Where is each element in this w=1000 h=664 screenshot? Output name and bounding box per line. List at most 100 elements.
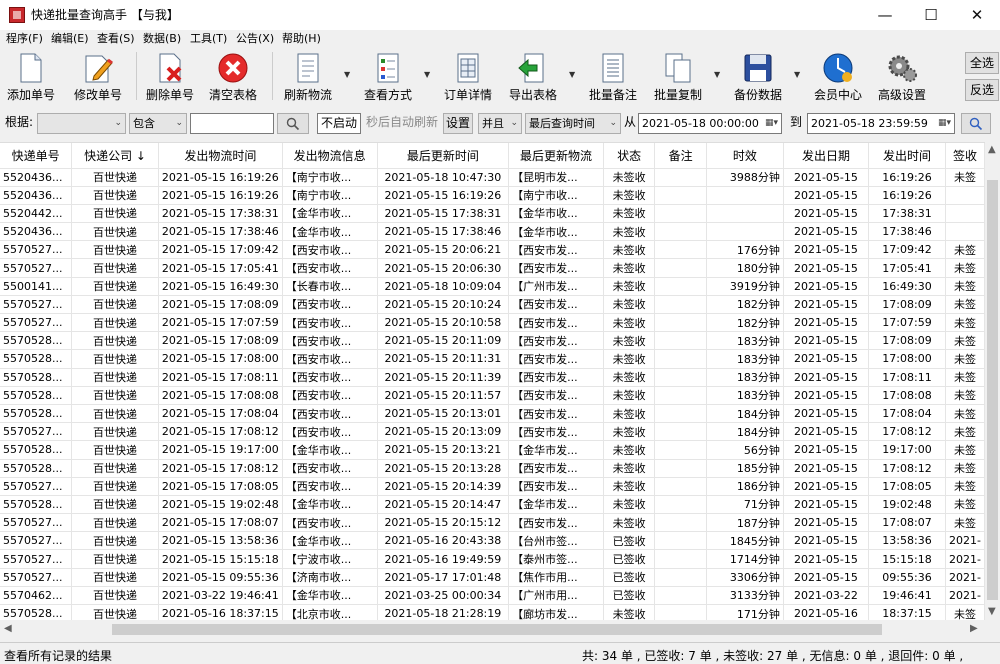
table-row[interactable]: 5570527... 百世快递 2021-05-15 17:07:59 【西安市收..…	[0, 313, 985, 333]
search-icon	[286, 117, 300, 131]
view-mode-dropdown-arrow[interactable]: ▼	[424, 70, 430, 79]
delete-order-button[interactable]: 删除单号	[142, 50, 198, 104]
backup-dropdown-arrow[interactable]: ▼	[794, 70, 800, 79]
column-header[interactable]: 最后更新时间	[377, 143, 510, 169]
table-row[interactable]: 5570528... 百世快递 2021-05-15 17:08:12 【西安市收..…	[0, 459, 985, 478]
last-update-info-cell: 【西安市发...	[508, 368, 604, 387]
send-info-cell: 【济南市收...	[282, 568, 378, 587]
table-row[interactable]: 5520436... 百世快递 2021-05-15 16:19:26 【南宁市收..…	[0, 186, 985, 205]
query-button[interactable]	[961, 113, 991, 134]
column-header[interactable]: 状态	[603, 143, 656, 169]
courier-cell: 百世快递	[71, 549, 159, 569]
table-row[interactable]: 5570527... 百世快递 2021-05-15 17:09:42 【西安市收..…	[0, 240, 985, 260]
table-row[interactable]: 5570528... 百世快递 2021-05-15 17:08:04 【西安市收..…	[0, 404, 985, 424]
table-row[interactable]: 5570527... 百世快递 2021-05-15 15:15:18 【宁波市收..…	[0, 549, 985, 569]
duration-cell: 187分钟	[706, 513, 784, 533]
table-row[interactable]: 5570462... 百世快递 2021-03-22 19:46:41 【金华市收..…	[0, 586, 985, 606]
menu-view[interactable]: 查看(S)	[97, 31, 135, 47]
logic-select[interactable]: 并且 ⌄	[478, 113, 522, 134]
scroll-down-icon[interactable]: ▼	[988, 606, 996, 617]
scroll-left-icon[interactable]: ◀	[4, 623, 12, 634]
export-dropdown-arrow[interactable]: ▼	[569, 70, 575, 79]
column-header[interactable]: 快递公司 ↓	[71, 143, 159, 169]
search-button[interactable]	[277, 113, 309, 134]
view-mode-button[interactable]: 查看方式	[360, 50, 416, 104]
send-time-cell: 2021-05-15 17:08:09	[158, 331, 283, 351]
table-row[interactable]: 5570528... 百世快递 2021-05-15 17:08:00 【西安市收..…	[0, 349, 985, 369]
menu-tools[interactable]: 工具(T)	[190, 31, 227, 47]
table-row[interactable]: 5570528... 百世快递 2021-05-15 19:17:00 【金华市收..…	[0, 440, 985, 460]
table-row[interactable]: 5520436... 百世快递 2021-05-15 16:19:26 【南宁市收..…	[0, 168, 985, 187]
refresh-dropdown-arrow[interactable]: ▼	[344, 70, 350, 79]
table-row[interactable]: 5520436... 百世快递 2021-05-15 17:38:46 【金华市收..…	[0, 222, 985, 242]
column-header[interactable]: 发出物流信息	[282, 143, 378, 169]
table-row[interactable]: 5570527... 百世快递 2021-05-15 17:08:05 【西安市收..…	[0, 477, 985, 496]
column-header[interactable]: 时效	[706, 143, 784, 169]
menu-help[interactable]: 帮助(H)	[282, 31, 321, 47]
menu-notice[interactable]: 公告(X)	[236, 31, 274, 47]
horizontal-scrollbar[interactable]: ◀ ▶	[0, 621, 985, 638]
last-update-time-cell: 2021-05-15 20:14:39	[377, 477, 510, 496]
column-header[interactable]: 最后更新物流	[508, 143, 604, 169]
table-row[interactable]: 5570527... 百世快递 2021-05-15 17:08:07 【西安市收..…	[0, 513, 985, 533]
scroll-up-icon[interactable]: ▲	[988, 144, 996, 155]
member-center-button[interactable]: 会员中心	[810, 50, 866, 104]
to-datetime-picker[interactable]: 2021-05-18 23:59:59 ▦▾	[807, 113, 955, 134]
match-select[interactable]: 包含 ⌄	[129, 113, 187, 134]
batch-note-button[interactable]: 批量备注	[585, 50, 641, 104]
column-header[interactable]: 发出时间	[868, 143, 946, 169]
menu-edit[interactable]: 编辑(E)	[51, 31, 89, 47]
invert-selection-button[interactable]: 反选	[965, 79, 999, 101]
table-row[interactable]: 5570528... 百世快递 2021-05-15 19:02:48 【金华市收..…	[0, 495, 985, 515]
send-clock-cell: 15:15:18	[868, 549, 946, 569]
refresh-logistics-button[interactable]: 刷新物流	[280, 50, 336, 104]
column-header[interactable]: 快递单号	[0, 143, 73, 169]
table-row[interactable]: 5570528... 百世快递 2021-05-16 18:37:15 【北京市收..…	[0, 604, 985, 620]
table-row[interactable]: 5570528... 百世快递 2021-05-15 17:08:11 【西安市收..…	[0, 368, 985, 387]
order-detail-button[interactable]: 订单详情	[440, 50, 496, 104]
column-header[interactable]: 发出物流时间	[158, 143, 283, 169]
batch-copy-dropdown-arrow[interactable]: ▼	[714, 70, 720, 79]
select-all-button[interactable]: 全选	[965, 52, 999, 74]
clear-table-button[interactable]: 清空表格	[205, 50, 261, 104]
batch-copy-button[interactable]: 批量复制	[650, 50, 706, 104]
table-row[interactable]: 5570527... 百世快递 2021-05-15 17:08:09 【西安市收..…	[0, 295, 985, 315]
minimize-button[interactable]: —	[862, 0, 908, 30]
table-row[interactable]: 5570527... 百世快递 2021-05-15 13:58:36 【金华市收..…	[0, 531, 985, 551]
export-table-button[interactable]: 导出表格	[505, 50, 561, 104]
vertical-scrollbar[interactable]: ▲ ▼	[985, 142, 1000, 620]
scroll-right-icon[interactable]: ▶	[970, 623, 978, 634]
auto-refresh-interval[interactable]: 不启动	[317, 113, 361, 134]
keyword-input[interactable]	[190, 113, 274, 134]
tracking-number-cell: 5570528...	[0, 604, 73, 620]
table-row[interactable]: 5570527... 百世快递 2021-05-15 17:08:12 【西安市收..…	[0, 422, 985, 442]
table-row[interactable]: 5570528... 百世快递 2021-05-15 17:08:08 【西安市收..…	[0, 386, 985, 405]
table-row[interactable]: 5500141... 百世快递 2021-05-15 16:49:30 【长春市收..…	[0, 277, 985, 296]
field-select[interactable]: 最后查询时间 ⌄	[525, 113, 621, 134]
edit-order-button[interactable]: 修改单号	[70, 50, 126, 104]
backup-data-button[interactable]: 备份数据	[730, 50, 786, 104]
menu-program[interactable]: 程序(F)	[6, 31, 43, 47]
advanced-settings-button[interactable]: 高级设置	[873, 50, 931, 104]
settings-button[interactable]: 设置	[443, 113, 473, 134]
horizontal-scroll-thumb[interactable]	[112, 624, 882, 635]
send-info-cell: 【西安市收...	[282, 349, 378, 369]
column-header[interactable]: 签收	[945, 143, 985, 169]
table-row[interactable]: 5570527... 百世快递 2021-05-15 09:55:36 【济南市收..…	[0, 568, 985, 587]
maximize-button[interactable]: ☐	[908, 0, 954, 30]
table-row[interactable]: 5570528... 百世快递 2021-05-15 17:08:09 【西安市收..…	[0, 331, 985, 351]
close-button[interactable]: ✕	[954, 0, 1000, 30]
last-update-time-cell: 2021-05-16 19:49:59	[377, 549, 510, 569]
signed-cell: 2021-	[945, 568, 985, 587]
basis-select[interactable]: ⌄	[37, 113, 126, 134]
add-order-button[interactable]: 添加单号	[4, 50, 58, 104]
table-row[interactable]: 5520442... 百世快递 2021-05-15 17:38:31 【金华市收..…	[0, 204, 985, 224]
from-datetime-picker[interactable]: 2021-05-18 00:00:00 ▦▾	[638, 113, 782, 134]
courier-cell: 百世快递	[71, 568, 159, 587]
menu-data[interactable]: 数据(B)	[143, 31, 181, 47]
vertical-scroll-thumb[interactable]	[987, 180, 998, 600]
column-header[interactable]: 备注	[654, 143, 707, 169]
send-time-cell: 2021-05-15 16:19:26	[158, 186, 283, 205]
table-row[interactable]: 5570527... 百世快递 2021-05-15 17:05:41 【西安市收..…	[0, 258, 985, 278]
column-header[interactable]: 发出日期	[783, 143, 870, 169]
